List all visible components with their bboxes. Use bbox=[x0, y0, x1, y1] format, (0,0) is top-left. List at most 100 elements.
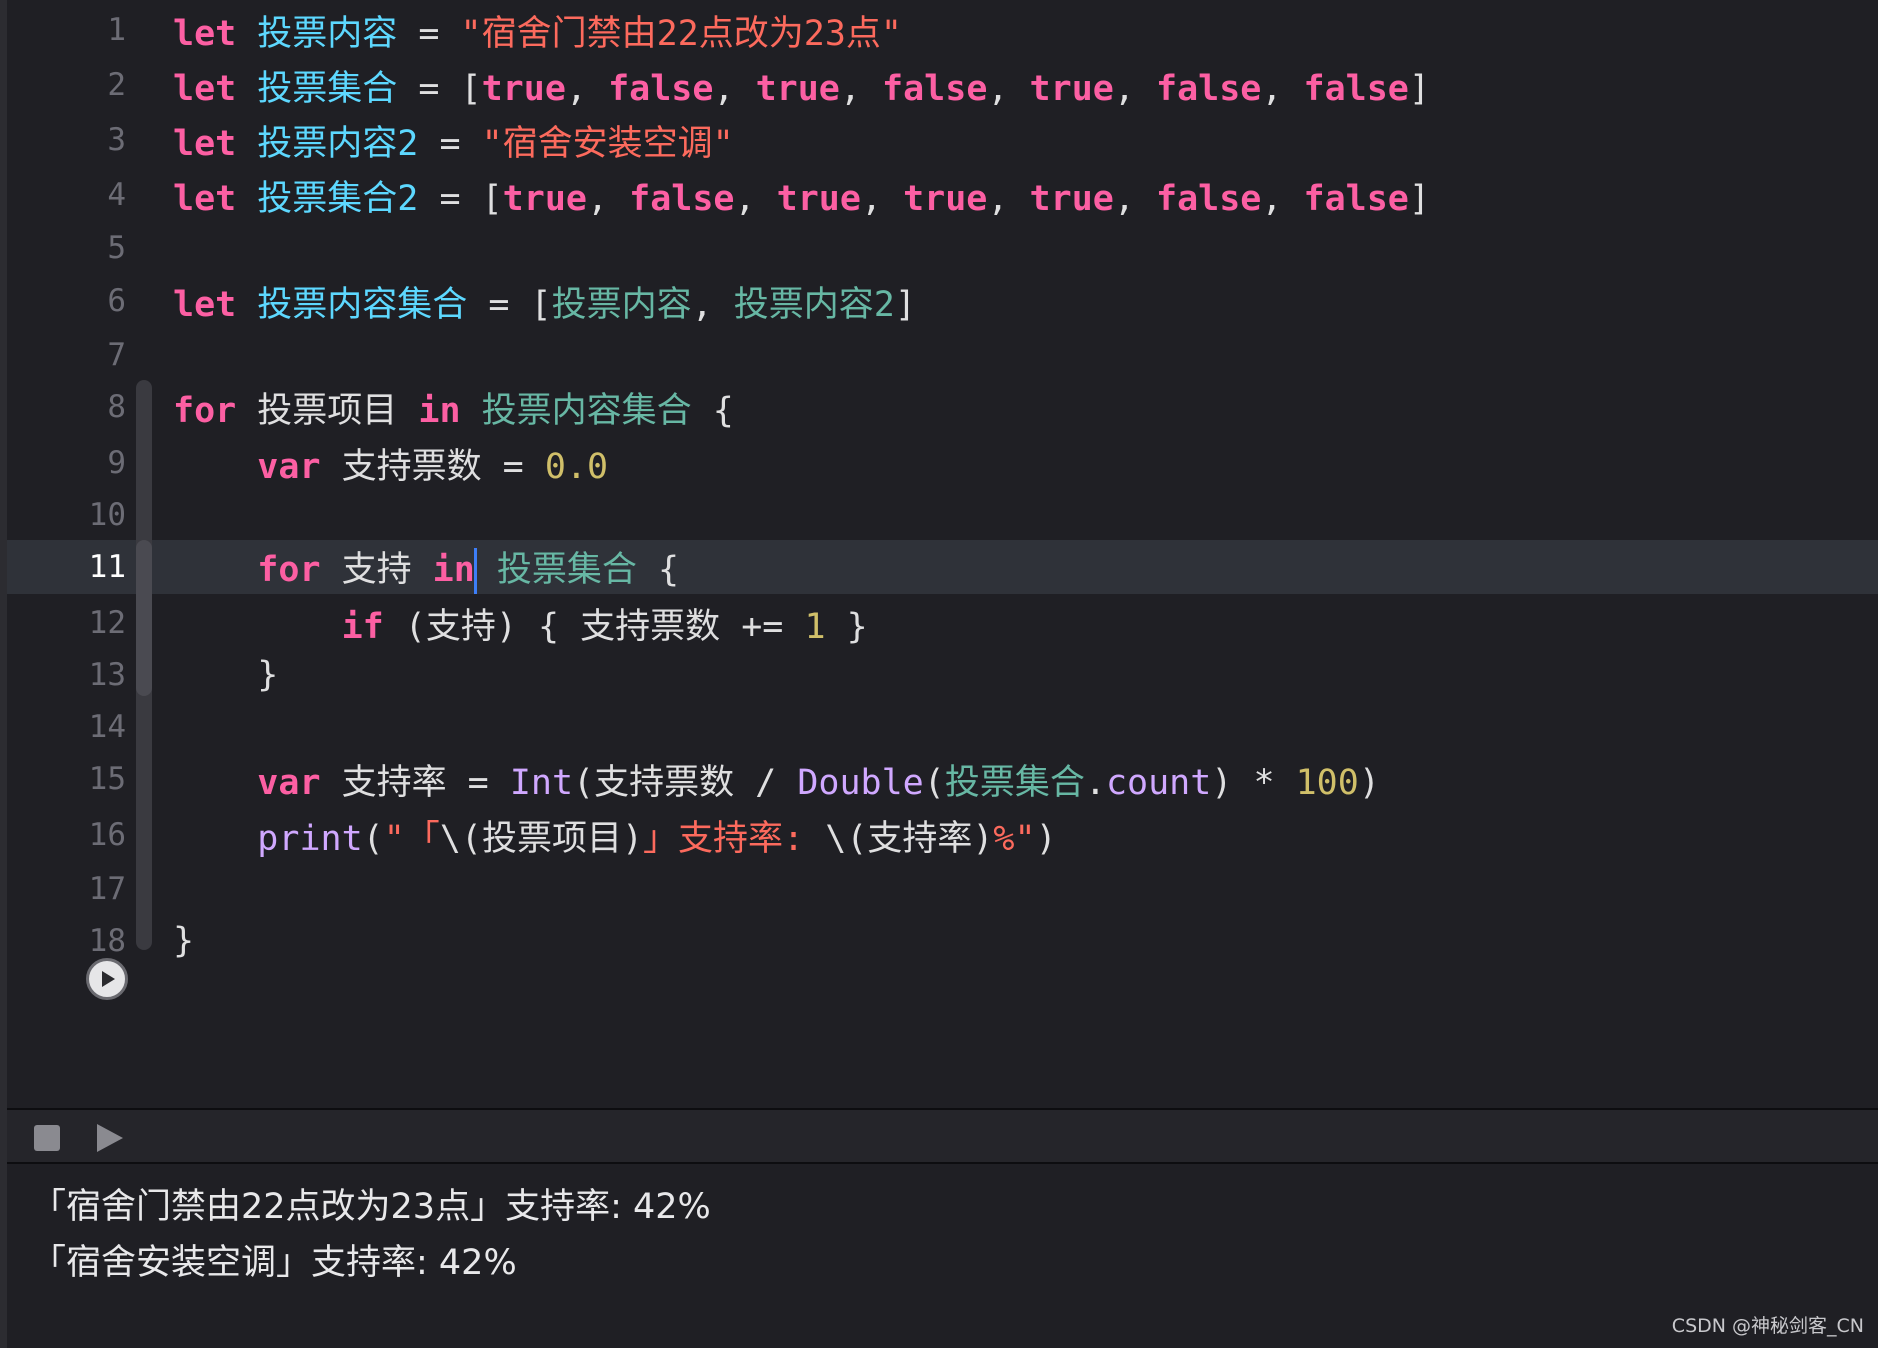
play-triangle-icon[interactable] bbox=[93, 1122, 127, 1154]
code-token: 支持票数 = bbox=[320, 446, 545, 487]
code-token: = [ bbox=[418, 178, 503, 219]
line-number[interactable]: 8 bbox=[36, 389, 126, 425]
code-line[interactable]: 8 for 投票项目 in 投票内容集合 { bbox=[7, 380, 1878, 434]
code-line[interactable]: 1 let 投票内容 = "宿舍门禁由22点改为23点" bbox=[7, 3, 1878, 57]
line-number[interactable]: 16 bbox=[36, 817, 126, 853]
console-line: 「宿舍安装空调」支持率: 42% bbox=[31, 1243, 517, 1283]
line-number[interactable]: 12 bbox=[36, 605, 126, 641]
line-number[interactable]: 2 bbox=[36, 67, 126, 103]
code-text[interactable]: let 投票内容集合 = [投票内容, 投票内容2] bbox=[173, 276, 916, 327]
code-line[interactable]: 3 let 投票内容2 = "宿舍安装空调" bbox=[7, 113, 1878, 167]
code-line[interactable]: 13 } bbox=[7, 648, 1878, 702]
line-number[interactable]: 4 bbox=[36, 177, 126, 213]
line-number[interactable]: 7 bbox=[36, 337, 126, 373]
code-text[interactable]: let 投票集合2 = [true, false, true, true, tr… bbox=[173, 170, 1430, 221]
code-line[interactable]: 18} bbox=[7, 914, 1878, 968]
code-text[interactable]: for 支持 in 投票集合 { bbox=[173, 541, 679, 594]
code-token: false bbox=[1303, 68, 1409, 109]
code-token: , bbox=[586, 178, 630, 219]
code-text[interactable]: for 投票项目 in 投票内容集合 { bbox=[173, 382, 734, 433]
code-token: (支持票数 / bbox=[573, 762, 798, 803]
code-token: 投票集合 bbox=[257, 68, 398, 109]
line-number[interactable]: 13 bbox=[36, 657, 126, 693]
code-token: false bbox=[1303, 178, 1409, 219]
code-token: , bbox=[839, 68, 883, 109]
stop-square-icon[interactable] bbox=[34, 1125, 60, 1151]
code-line[interactable]: 16 print("「\(投票项目)」支持率: \(支持率)%") bbox=[7, 808, 1878, 862]
line-number[interactable]: 10 bbox=[36, 497, 126, 533]
code-text[interactable]: let 投票集合 = [true, false, true, false, tr… bbox=[173, 60, 1430, 111]
code-token: let bbox=[173, 123, 237, 164]
code-token: 投票内容2 bbox=[257, 123, 419, 164]
console-line: 「宿舍门禁由22点改为23点」支持率: 42% bbox=[31, 1187, 711, 1227]
code-token: true bbox=[903, 178, 988, 219]
line-number[interactable]: 15 bbox=[36, 761, 126, 797]
code-line[interactable]: 6 let 投票内容集合 = [投票内容, 投票内容2] bbox=[7, 274, 1878, 328]
code-token: ] bbox=[1408, 178, 1430, 219]
code-token: 投票内容集合 bbox=[257, 284, 468, 325]
line-number[interactable]: 3 bbox=[36, 122, 126, 158]
code-token: true bbox=[1029, 68, 1114, 109]
code-token: ( bbox=[923, 762, 945, 803]
code-token: %" bbox=[993, 818, 1036, 859]
code-token: 投票内容2 bbox=[733, 284, 895, 325]
code-token: { bbox=[636, 549, 680, 590]
code-line[interactable]: 14 bbox=[7, 700, 1878, 754]
code-text[interactable]: if (支持) { 支持票数 += 1 } bbox=[173, 598, 868, 649]
code-token: ) bbox=[1035, 818, 1057, 859]
line-number[interactable]: 18 bbox=[36, 923, 126, 959]
code-text[interactable]: let 投票内容2 = "宿舍安装空调" bbox=[173, 115, 734, 166]
code-line[interactable]: 17 bbox=[7, 862, 1878, 916]
code-token: 0.0 bbox=[544, 446, 609, 487]
code-text[interactable]: } bbox=[173, 921, 194, 961]
run-playground-button[interactable] bbox=[86, 958, 128, 1000]
code-line[interactable]: 2 let 投票集合 = [true, false, true, false, t… bbox=[7, 58, 1878, 112]
code-token: 」支持率: bbox=[643, 818, 826, 859]
window-left-edge bbox=[0, 0, 7, 1348]
code-token: Int bbox=[509, 762, 574, 803]
code-line[interactable]: 4 let 投票集合2 = [true, false, true, true, t… bbox=[7, 168, 1878, 222]
code-text[interactable]: var 支持票数 = 0.0 bbox=[173, 438, 608, 489]
code-token: if bbox=[341, 606, 384, 647]
code-line[interactable]: 7 bbox=[7, 328, 1878, 382]
code-text[interactable]: } bbox=[173, 655, 278, 695]
code-line[interactable]: 12 if (支持) { 支持票数 += 1 } bbox=[7, 596, 1878, 650]
code-token: count bbox=[1105, 762, 1212, 803]
code-line[interactable]: 11 for 支持 in 投票集合 { bbox=[7, 540, 1878, 594]
code-token: true bbox=[502, 178, 587, 219]
code-token: 投票项目 bbox=[236, 390, 419, 431]
code-editor[interactable]: 1 let 投票内容 = "宿舍门禁由22点改为23点" 2 let 投票集合 = [… bbox=[7, 0, 1878, 1108]
code-line[interactable]: 9 var 支持票数 = 0.0 bbox=[7, 436, 1878, 490]
code-token: "宿舍安装空调" bbox=[481, 123, 734, 164]
code-token: let bbox=[173, 178, 237, 219]
code-line[interactable]: 15 var 支持率 = Int(支持票数 / Double(投票集合.coun… bbox=[7, 752, 1878, 806]
code-token: (支持) { 支持票数 += bbox=[383, 606, 805, 647]
line-number[interactable]: 6 bbox=[36, 283, 126, 319]
code-token: 投票集合2 bbox=[257, 178, 419, 219]
code-text[interactable]: let 投票内容 = "宿舍门禁由22点改为23点" bbox=[173, 5, 902, 56]
code-token: false bbox=[608, 68, 714, 109]
code-text[interactable]: var 支持率 = Int(支持票数 / Double(投票集合.count) … bbox=[173, 754, 1380, 805]
fold-ribbon-inner[interactable] bbox=[136, 540, 152, 696]
line-number[interactable]: 5 bbox=[36, 230, 126, 266]
code-token: let bbox=[173, 284, 237, 325]
line-number[interactable]: 9 bbox=[36, 445, 126, 481]
code-token: } bbox=[173, 921, 195, 961]
code-token: 支持率 = bbox=[320, 762, 510, 803]
code-text[interactable]: print("「\(投票项目)」支持率: \(支持率)%") bbox=[173, 810, 1057, 861]
line-number[interactable]: 14 bbox=[36, 709, 126, 745]
code-token: } bbox=[825, 606, 868, 647]
console-output[interactable]: 「宿舍门禁由22点改为23点」支持率: 42% 「宿舍安装空调」支持率: 42% bbox=[7, 1164, 1878, 1348]
line-number[interactable]: 1 bbox=[36, 12, 126, 48]
code-line[interactable]: 5 bbox=[7, 221, 1878, 275]
code-token: 投票集合 bbox=[496, 549, 637, 590]
code-token: Double bbox=[797, 762, 924, 803]
code-token: "「 bbox=[383, 818, 440, 859]
code-line[interactable]: 10 bbox=[7, 488, 1878, 542]
line-number[interactable]: 11 bbox=[36, 549, 126, 585]
line-number[interactable]: 17 bbox=[36, 871, 126, 907]
